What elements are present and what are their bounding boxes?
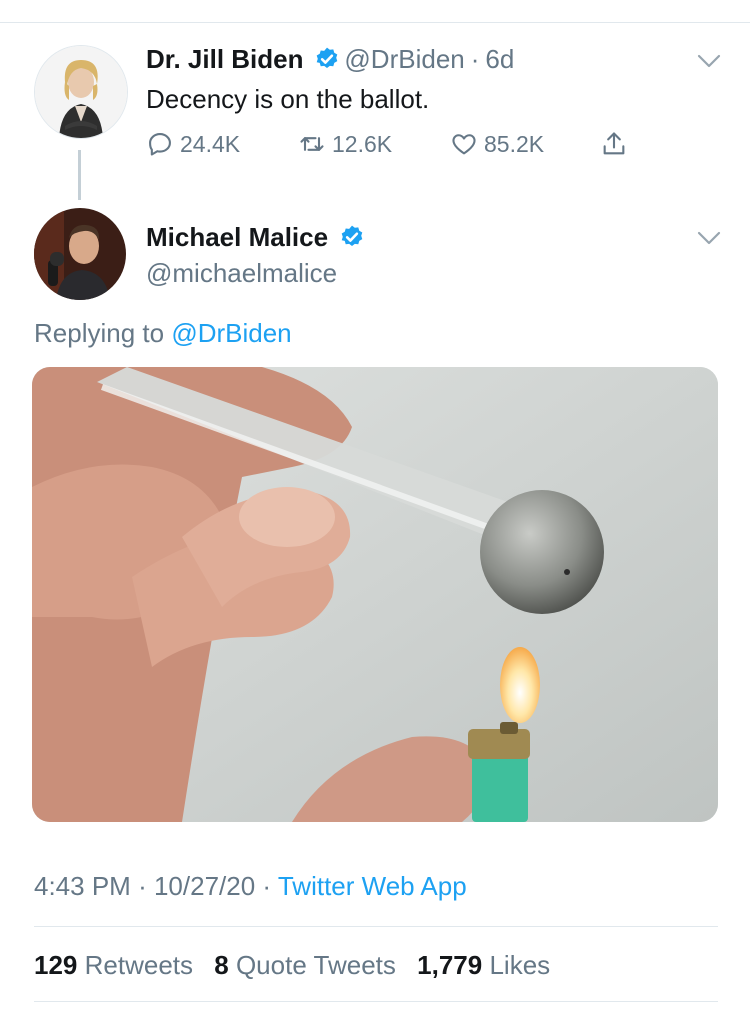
reply-action[interactable]: 24.4K (146, 130, 240, 158)
likes-stat[interactable]: 1,779 Likes (417, 950, 550, 980)
time-separator: · (470, 44, 480, 74)
retweet-count: 12.6K (332, 130, 393, 157)
like-count: 85.2K (484, 130, 545, 157)
replying-to-line: Replying to @DrBiden (34, 318, 292, 349)
reply-display-name[interactable]: Michael Malice (146, 222, 328, 252)
retweets-count: 129 (34, 950, 78, 980)
share-icon (603, 132, 625, 155)
verified-icon (316, 47, 338, 68)
quote-tweets-label: Quote Tweets (235, 950, 396, 980)
tweet-source-link[interactable]: Twitter Web App (278, 871, 467, 901)
reply-icon (149, 133, 171, 156)
quote-tweets-stat[interactable]: 8 Quote Tweets (214, 950, 396, 980)
meta-separator: · (262, 871, 272, 901)
likes-label: Likes (489, 950, 551, 980)
michael-malice-avatar[interactable] (34, 208, 126, 300)
like-icon (452, 134, 476, 155)
like-action[interactable]: 85.2K (450, 130, 544, 158)
top-divider (0, 22, 750, 23)
quote-tweets-count: 8 (214, 950, 229, 980)
reply-count: 24.4K (180, 130, 241, 157)
retweet-icon (300, 137, 324, 151)
tweet-stats-row: 129 Retweets 8 Quote Tweets 1,779 Likes (34, 950, 550, 981)
likes-count: 1,779 (417, 950, 483, 980)
share-action[interactable] (600, 130, 628, 158)
avatar-portrait-image (35, 46, 127, 138)
stats-bottom-divider (34, 1001, 718, 1002)
replying-to-handle-link[interactable]: @DrBiden (171, 318, 291, 348)
original-age[interactable]: 6d (485, 44, 514, 74)
avatar-portrait-image (34, 208, 126, 300)
replying-to-label: Replying to (34, 318, 165, 348)
reply-handle[interactable]: @michaelmalice (146, 258, 337, 289)
tweet-date[interactable]: 10/27/20 (154, 871, 255, 901)
tweet-meta-line: 4:43 PM · 10/27/20 · Twitter Web App (34, 871, 467, 902)
original-display-name[interactable]: Dr. Jill Biden (146, 44, 304, 74)
chevron-down-icon[interactable] (696, 230, 722, 246)
meta-separator: · (138, 871, 147, 901)
retweets-stat[interactable]: 129 Retweets (34, 950, 193, 980)
tweet-time[interactable]: 4:43 PM (34, 871, 131, 901)
original-handle[interactable]: @DrBiden (344, 44, 464, 74)
reply-name-line: Michael Malice (146, 222, 365, 253)
verified-icon (341, 225, 362, 246)
media-photo-illustration (32, 367, 718, 822)
jill-biden-avatar[interactable] (34, 45, 128, 139)
retweet-action[interactable]: 12.6K (298, 130, 392, 158)
original-tweet-header: Dr. Jill Biden @DrBiden · 6d (146, 44, 514, 75)
original-tweet-text: Decency is on the ballot. (146, 84, 430, 114)
retweets-label: Retweets (84, 950, 194, 980)
tweet-media-image[interactable] (32, 367, 718, 822)
stats-top-divider (34, 926, 718, 927)
chevron-down-icon[interactable] (696, 53, 722, 69)
thread-connector-line (78, 150, 81, 200)
